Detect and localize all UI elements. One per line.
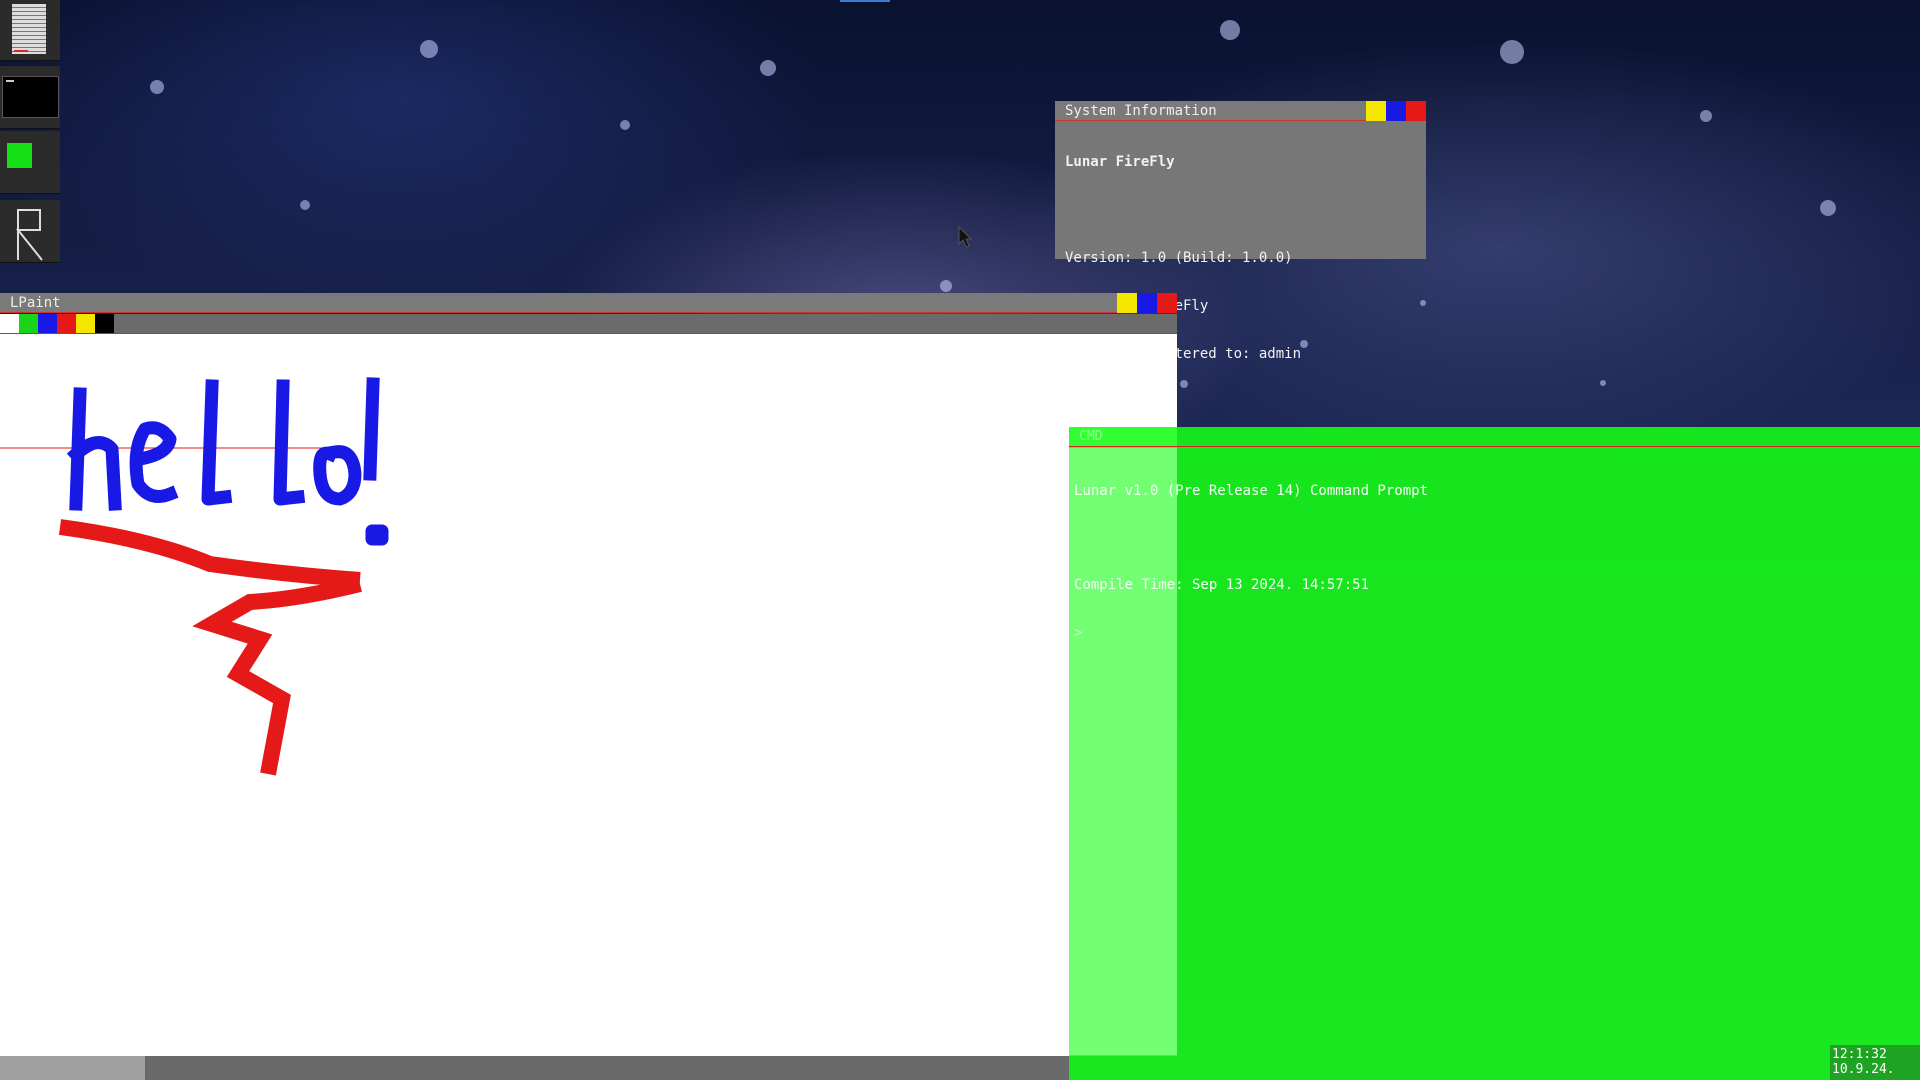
color-palette [0,314,1177,334]
cmd-line-banner: Lunar v1.0 (Pre Release 14) Command Prom… [1074,483,1429,499]
version-text: Version: 1.0 (Build: 1.0.0) [1065,250,1293,266]
maximize-button[interactable] [1137,293,1157,313]
lpaint-title: LPaint [10,295,61,311]
taskbar-item[interactable] [0,1056,145,1080]
green-square-icon [7,143,32,168]
dock-item-r-app[interactable] [0,200,60,263]
clock-date: 10.9.24. [1832,1062,1895,1077]
cmd-titlebar[interactable]: CMD [1069,427,1920,447]
swatch-blue[interactable] [38,314,57,333]
canvas-drawing [0,377,389,776]
swatch-black[interactable] [95,314,114,333]
lpaint-window-controls [1117,293,1177,313]
dock-item-terminal[interactable] [0,66,60,129]
terminal-icon [2,76,59,118]
sysinfo-title: System Information [1065,103,1217,119]
cmd-title: CMD [1079,429,1103,444]
r-logo-icon [15,209,43,261]
dock-item-green-app[interactable] [0,131,60,194]
close-button[interactable] [1406,101,1426,121]
lpaint-titlebar[interactable]: LPaint [0,293,1177,313]
dock-item-documents[interactable] [0,0,60,61]
cmd-window: CMD Lunar v1.0 (Pre Release 14) Command … [1069,427,1920,1080]
cmd-prompt[interactable]: > [1074,625,1428,641]
maximize-button[interactable] [1386,101,1406,121]
cmd-line-compile: Compile Time: Sep 13 2024. 14:57:51 [1074,577,1370,593]
swatch-yellow[interactable] [76,314,95,333]
swatch-red[interactable] [57,314,76,333]
minimize-button[interactable] [1117,293,1137,313]
taskbar [0,1056,1069,1080]
top-indicator [840,0,890,2]
hello-strokes [66,377,389,546]
swatch-white[interactable] [0,314,19,333]
sysinfo-window-controls [1366,101,1426,121]
document-icon [12,4,46,54]
minimize-button[interactable] [1366,101,1386,121]
system-information-window: System Information Lunar FireFly Version… [1055,101,1426,362]
swatch-green[interactable] [19,314,38,333]
sysinfo-titlebar[interactable]: System Information [1055,101,1426,121]
clock-time: 12:1:32 [1832,1047,1887,1062]
clock: 12:1:32 10.9.24. [1830,1045,1920,1080]
product-name: Lunar FireFly [1065,154,1175,170]
cmd-output[interactable]: Lunar v1.0 (Pre Release 14) Command Prom… [1074,451,1428,673]
mouse-cursor-icon [958,226,973,248]
underline-strokes [58,519,362,776]
paint-canvas[interactable] [0,334,1177,1056]
close-button[interactable] [1157,293,1177,313]
